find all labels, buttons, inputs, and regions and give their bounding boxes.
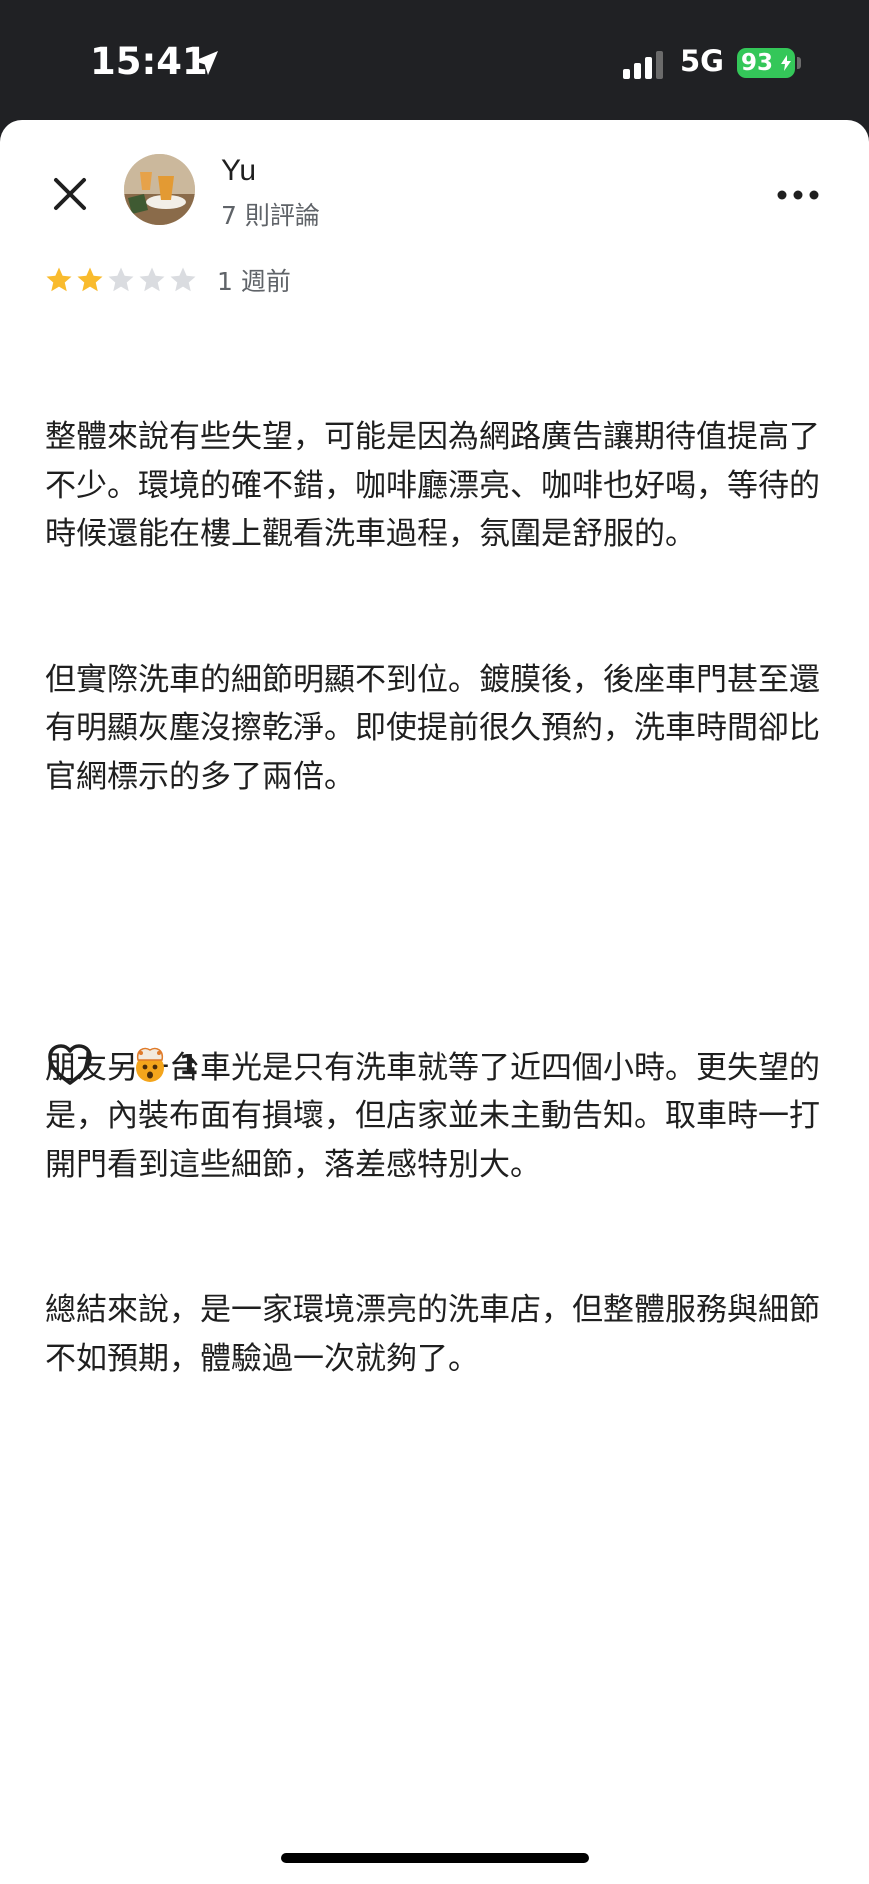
avatar-image [124, 154, 195, 225]
close-icon[interactable] [46, 170, 94, 218]
battery-level: 93 [741, 50, 774, 76]
reviewer-name[interactable]: Yu [221, 154, 256, 188]
battery-cap [797, 57, 801, 69]
star-filled-icon [46, 267, 72, 292]
more-options-icon[interactable] [775, 180, 821, 210]
charging-bolt-icon [781, 55, 792, 71]
rating-row: 1 週前 [44, 262, 291, 298]
battery-icon: 93 [737, 48, 795, 78]
heart-outline-icon[interactable] [46, 1042, 94, 1088]
star-filled-icon [77, 267, 103, 292]
star-empty-icon [108, 267, 134, 292]
review-paragraph-4: 總結來說，是一家環境漂亮的洗車店，但整體服務與細節不如預期，體驗過一次就夠了。 [45, 1292, 820, 1377]
home-indicator[interactable] [281, 1853, 589, 1863]
exploding-head-emoji-icon [136, 1047, 164, 1082]
avatar[interactable] [124, 154, 195, 225]
star-rating [44, 265, 199, 295]
review-paragraph-blank [45, 898, 835, 947]
review-paragraph-2: 但實際洗車的細節明顯不到位。鍍膜後，後座車門甚至還有明顯灰塵沒擦乾淨。即使提前很… [45, 661, 820, 795]
review-paragraph-1: 整體來說有些失望，可能是因為網路廣告讓期待值提高了不少。環境的確不錯，咖啡廳漂亮… [45, 419, 820, 552]
status-bar: 15:41 5G 93 [0, 0, 869, 120]
review-time: 1 週前 [217, 267, 291, 296]
reaction-count: 1 [179, 1047, 199, 1081]
star-empty-icon [139, 267, 165, 292]
cellular-signal-icon [623, 51, 663, 79]
review-text: 整體來說有些失望，可能是因為網路廣告讓期待值提高了不少。環境的確不錯，咖啡廳漂亮… [45, 316, 835, 1480]
location-arrow-icon [194, 51, 218, 75]
network-type: 5G [680, 44, 724, 78]
review-sheet: Yu 7 則評論 1 週前 整體來說有些失望，可能是因為網路廣告讓期待值提高了不… [0, 120, 869, 1884]
reaction-chip[interactable]: 1 [130, 1044, 198, 1084]
reviewer-review-count[interactable]: 7 則評論 [221, 196, 320, 232]
star-empty-icon [170, 267, 196, 292]
